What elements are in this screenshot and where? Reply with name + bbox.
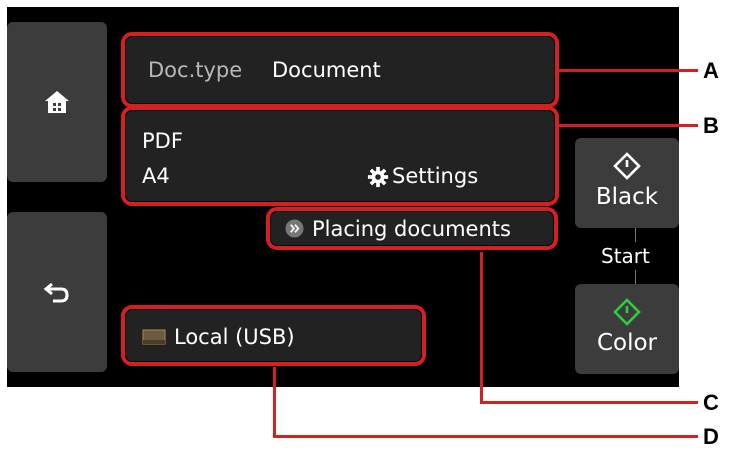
doc-type-field[interactable]: Doc.type Document xyxy=(121,32,559,108)
touch-screen: Doc.type Document PDF A4 Settings Placin… xyxy=(7,7,679,387)
color-start-button[interactable]: Color xyxy=(575,284,679,374)
format-value: PDF xyxy=(142,129,183,153)
callout-c: C xyxy=(703,390,719,415)
gear-icon xyxy=(367,166,389,188)
color-label: Color xyxy=(596,330,658,356)
callout-line-d-vertical xyxy=(273,367,276,437)
callout-line-d-horizontal xyxy=(273,435,698,438)
start-divider-top xyxy=(635,228,636,242)
callout-line-b xyxy=(558,124,698,127)
placing-documents-button[interactable]: Placing documents xyxy=(266,207,558,250)
back-icon xyxy=(43,282,69,303)
callout-line-c-horizontal xyxy=(480,401,698,404)
save-location-label: Local (USB) xyxy=(174,325,295,349)
start-label: Start xyxy=(601,244,650,268)
scan-settings-field[interactable]: PDF A4 Settings xyxy=(121,106,559,206)
doc-type-label: Doc.type xyxy=(148,58,243,82)
home-button[interactable] xyxy=(7,22,107,182)
callout-a: A xyxy=(703,58,719,83)
callout-b: B xyxy=(703,113,719,138)
black-start-button[interactable]: Black xyxy=(575,138,679,228)
start-divider-bottom xyxy=(635,270,636,284)
usb-drive-icon xyxy=(142,329,166,345)
home-icon xyxy=(45,91,69,113)
back-button[interactable] xyxy=(7,212,107,372)
settings-label: Settings xyxy=(392,164,479,188)
double-chevron-right-icon xyxy=(285,219,304,238)
black-start-icon xyxy=(613,152,641,180)
callout-d: D xyxy=(703,424,719,449)
callout-line-a xyxy=(558,69,698,72)
black-label: Black xyxy=(595,184,659,210)
callout-line-c-vertical xyxy=(480,252,483,402)
save-location-field[interactable]: Local (USB) xyxy=(121,305,426,366)
paper-size-value: A4 xyxy=(142,164,170,188)
color-start-icon xyxy=(613,298,641,326)
placing-documents-label: Placing documents xyxy=(312,217,511,241)
doc-type-value: Document xyxy=(272,58,381,82)
